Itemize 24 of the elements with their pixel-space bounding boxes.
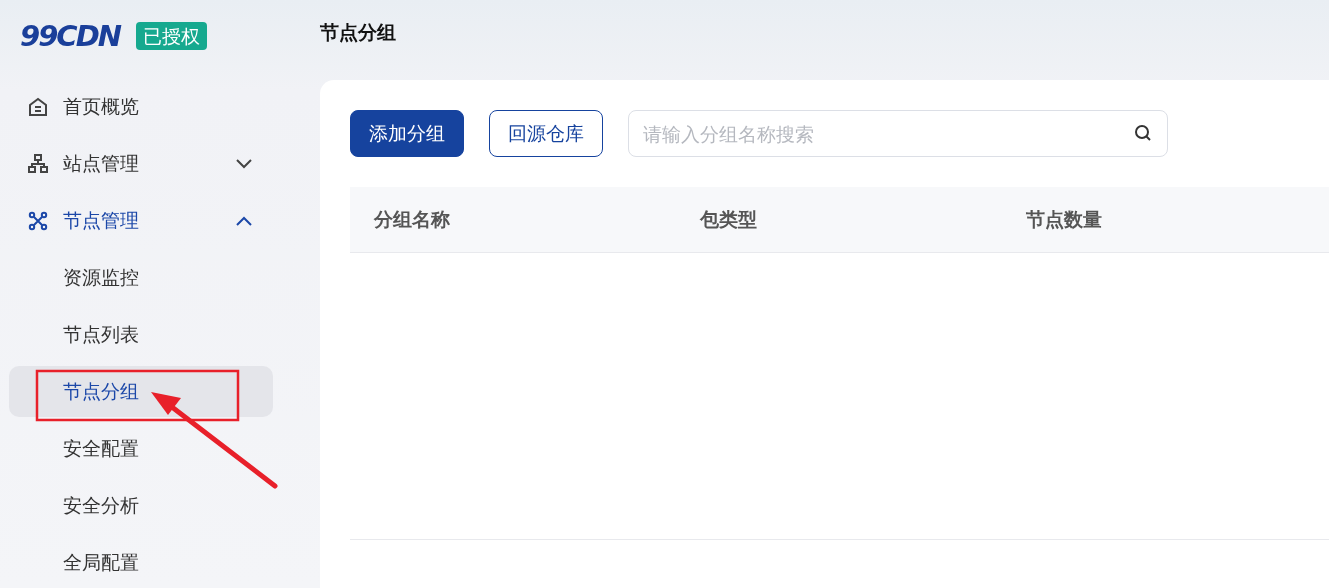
column-header: 包类型 xyxy=(699,207,758,233)
add-group-button[interactable]: 添加分组 xyxy=(350,110,464,157)
chevron-down-icon[interactable] xyxy=(236,158,252,169)
network-icon xyxy=(28,210,48,231)
origin-button[interactable]: 回源仓库 xyxy=(489,110,603,157)
chevron-up-icon[interactable] xyxy=(236,215,252,226)
license-badge: 已授权 xyxy=(136,22,207,50)
home-icon xyxy=(28,96,48,117)
sitemap-icon xyxy=(28,153,48,174)
page-title: 节点分组 xyxy=(320,19,397,45)
submenu-item[interactable]: 全局配置 xyxy=(9,537,273,588)
search-field[interactable]: 请输入分组名称搜索 xyxy=(628,110,1168,157)
sidebar-item[interactable]: 节点管理 xyxy=(0,192,320,249)
submenu-item[interactable]: 节点分组 xyxy=(9,366,273,417)
submenu-item[interactable]: 资源监控 xyxy=(9,252,273,303)
submenu-item[interactable]: 安全配置 xyxy=(9,423,273,474)
submenu-item[interactable]: 安全分析 xyxy=(9,480,273,531)
sidebar-item[interactable]: 站点管理 xyxy=(0,135,320,192)
submenu-item[interactable]: 节点列表 xyxy=(9,309,273,360)
column-header: 节点数量 xyxy=(1025,207,1103,233)
sidebar-item[interactable]: 首页概览 xyxy=(0,78,320,135)
column-header: 分组名称 xyxy=(373,207,451,233)
search-icon[interactable] xyxy=(1134,124,1152,142)
logo: 99CDN xyxy=(20,21,120,51)
